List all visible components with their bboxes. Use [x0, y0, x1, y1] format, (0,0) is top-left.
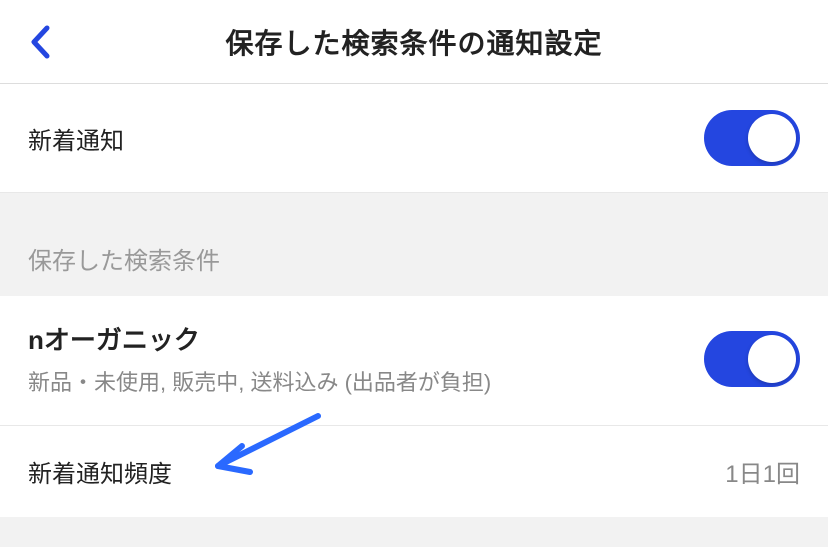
- frequency-row[interactable]: 新着通知頻度 1日1回: [0, 426, 828, 517]
- saved-search-subtitle: 新品・未使用, 販売中, 送料込み (出品者が負担): [28, 365, 491, 397]
- toggle-knob: [748, 114, 796, 162]
- new-notification-label: 新着通知: [28, 121, 124, 156]
- saved-search-toggle[interactable]: [704, 331, 800, 387]
- back-button[interactable]: [20, 22, 60, 62]
- frequency-label: 新着通知頻度: [28, 454, 172, 489]
- saved-search-section-header: 保存した検索条件: [0, 193, 828, 296]
- toggle-knob: [748, 335, 796, 383]
- new-notification-row: 新着通知: [0, 84, 828, 193]
- saved-search-title: nオーガニック: [28, 320, 491, 357]
- page-title: 保存した検索条件の通知設定: [20, 22, 808, 62]
- frequency-value: 1日1回: [725, 454, 800, 489]
- saved-search-text: nオーガニック 新品・未使用, 販売中, 送料込み (出品者が負担): [28, 320, 491, 397]
- page-header: 保存した検索条件の通知設定: [0, 0, 828, 84]
- saved-search-row: nオーガニック 新品・未使用, 販売中, 送料込み (出品者が負担): [0, 296, 828, 426]
- new-notification-toggle[interactable]: [704, 110, 800, 166]
- chevron-left-icon: [29, 24, 51, 60]
